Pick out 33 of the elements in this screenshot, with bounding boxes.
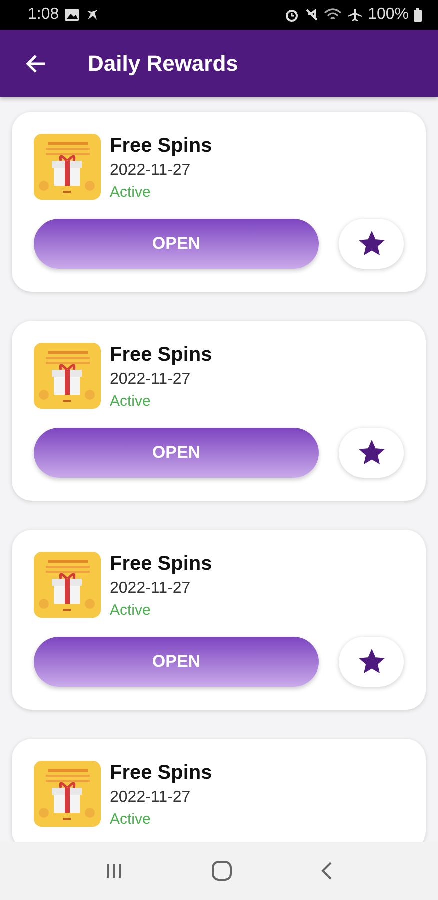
open-button[interactable]: OPEN [34, 219, 319, 269]
reward-title: Free Spins [110, 762, 212, 785]
open-button[interactable]: OPEN [34, 637, 319, 687]
back-arrow-icon [25, 52, 47, 74]
mute-icon [305, 8, 320, 22]
alarm-icon [284, 8, 300, 22]
reward-title: Free Spins [110, 135, 212, 158]
reward-date: 2022-11-27 [110, 371, 192, 389]
image-icon [64, 8, 80, 22]
reward-status: Active [110, 184, 152, 201]
airplane-icon [347, 8, 364, 22]
battery-percentage: 100% [368, 6, 409, 24]
reward-date: 2022-11-27 [110, 162, 192, 180]
reward-title: Free Spins [110, 344, 212, 367]
back-icon[interactable] [320, 861, 334, 881]
reward-title: Free Spins [110, 553, 212, 576]
reward-status: Active [110, 393, 152, 410]
reward-date: 2022-11-27 [110, 580, 192, 598]
reward-status: Active [110, 602, 152, 619]
screen-title: Daily Rewards [88, 50, 238, 76]
favorite-button[interactable] [339, 637, 404, 687]
reward-status: Active [110, 811, 152, 828]
star-icon [358, 231, 384, 257]
reward-date: 2022-11-27 [110, 789, 192, 807]
status-time: 1:08 [28, 6, 60, 24]
favorite-button[interactable] [339, 428, 404, 478]
home-icon[interactable] [210, 860, 233, 882]
star-icon [358, 440, 384, 466]
star-icon [358, 649, 384, 675]
favorite-button[interactable] [339, 219, 404, 269]
open-button[interactable]: OPEN [34, 428, 319, 478]
wifi-icon [324, 8, 342, 22]
battery-icon [414, 8, 422, 22]
